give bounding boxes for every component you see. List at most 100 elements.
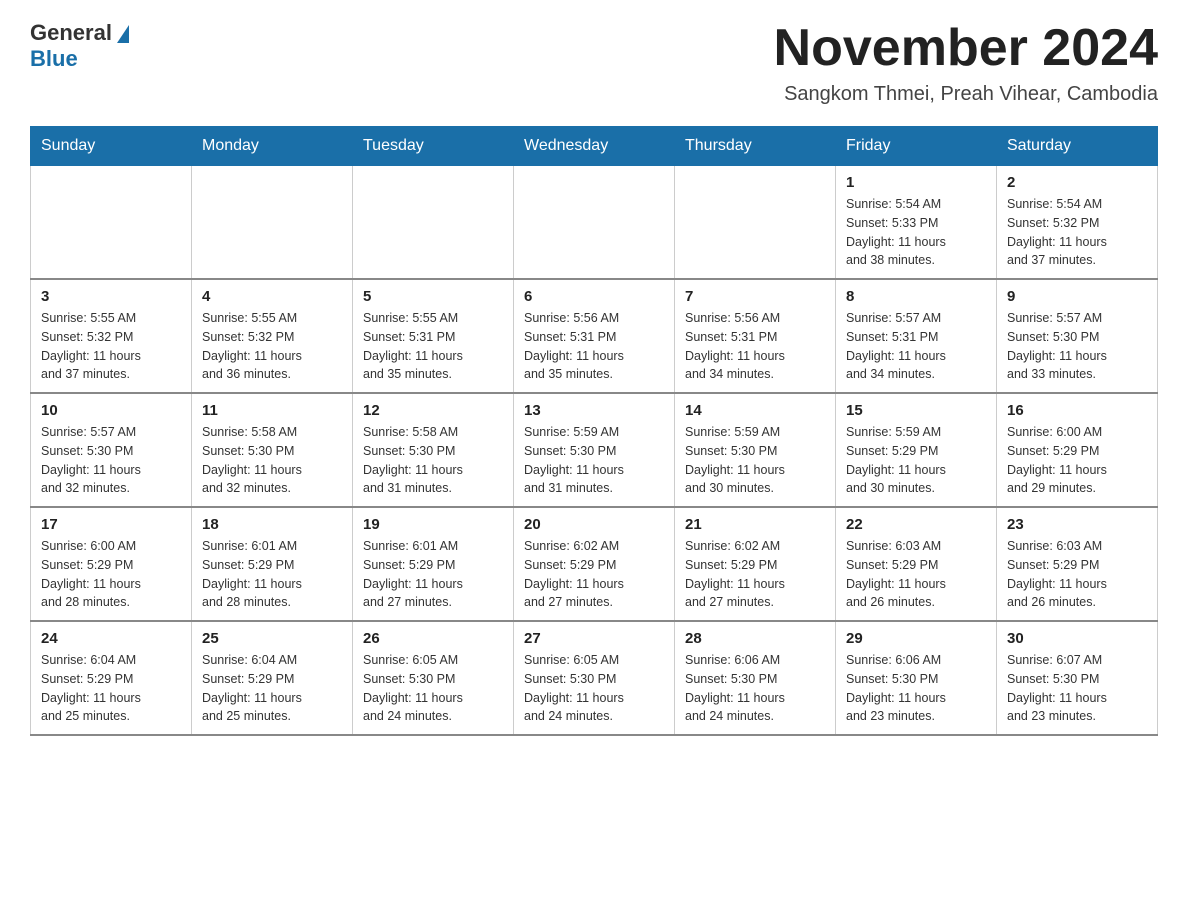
day-info: Sunrise: 6:02 AM Sunset: 5:29 PM Dayligh… xyxy=(685,537,825,612)
calendar-day-cell: 19 Sunrise: 6:01 AM Sunset: 5:29 PM Dayli… xyxy=(353,507,514,621)
calendar-day-cell: 27Sunrise: 6:05 AM Sunset: 5:30 PM Dayli… xyxy=(514,621,675,735)
day-number: 19 xyxy=(363,516,503,533)
calendar-day-cell: 17Sunrise: 6:00 AM Sunset: 5:29 PM Dayli… xyxy=(31,507,192,621)
calendar-day-cell: 10 Sunrise: 5:57 AM Sunset: 5:30 PM Dayli… xyxy=(31,393,192,507)
weekday-header-saturday: Saturday xyxy=(997,127,1158,166)
weekday-header-thursday: Thursday xyxy=(675,127,836,166)
day-number: 21 xyxy=(685,516,825,533)
calendar-day-cell: 5 Sunrise: 5:55 AM Sunset: 5:31 PM Daylig… xyxy=(353,279,514,393)
day-number: 7 xyxy=(685,288,825,305)
day-number: 9 xyxy=(1007,288,1147,305)
day-info: Sunrise: 5:59 AM Sunset: 5:30 PM Dayligh… xyxy=(685,423,825,498)
calendar-day-cell xyxy=(514,166,675,280)
calendar-day-cell: 14 Sunrise: 5:59 AM Sunset: 5:30 PM Dayli… xyxy=(675,393,836,507)
day-info: Sunrise: 6:05 AM Sunset: 5:30 PM Dayligh… xyxy=(363,651,503,726)
calendar-day-cell xyxy=(353,166,514,280)
calendar-day-cell: 15 Sunrise: 5:59 AM Sunset: 5:29 PM Dayli… xyxy=(836,393,997,507)
calendar-day-cell: 21 Sunrise: 6:02 AM Sunset: 5:29 PM Dayli… xyxy=(675,507,836,621)
logo: General Blue xyxy=(30,20,129,72)
day-number: 30 xyxy=(1007,630,1147,647)
day-number: 12 xyxy=(363,402,503,419)
weekday-header-tuesday: Tuesday xyxy=(353,127,514,166)
day-info: Sunrise: 5:55 AM Sunset: 5:31 PM Dayligh… xyxy=(363,309,503,384)
day-number: 23 xyxy=(1007,516,1147,533)
calendar-day-cell: 2Sunrise: 5:54 AM Sunset: 5:32 PM Daylig… xyxy=(997,166,1158,280)
calendar-day-cell: 3Sunrise: 5:55 AM Sunset: 5:32 PM Daylig… xyxy=(31,279,192,393)
calendar-day-cell xyxy=(192,166,353,280)
calendar-day-cell: 24 Sunrise: 6:04 AM Sunset: 5:29 PM Dayli… xyxy=(31,621,192,735)
logo-blue-text: Blue xyxy=(30,46,78,72)
day-number: 17 xyxy=(41,516,181,533)
calendar-week-row: 24 Sunrise: 6:04 AM Sunset: 5:29 PM Dayli… xyxy=(31,621,1158,735)
calendar-day-cell: 30 Sunrise: 6:07 AM Sunset: 5:30 PM Dayli… xyxy=(997,621,1158,735)
day-number: 28 xyxy=(685,630,825,647)
calendar-day-cell: 7 Sunrise: 5:56 AM Sunset: 5:31 PM Daylig… xyxy=(675,279,836,393)
weekday-header-monday: Monday xyxy=(192,127,353,166)
day-info: Sunrise: 6:07 AM Sunset: 5:30 PM Dayligh… xyxy=(1007,651,1147,726)
calendar-day-cell: 16 Sunrise: 6:00 AM Sunset: 5:29 PM Dayli… xyxy=(997,393,1158,507)
calendar-day-cell xyxy=(675,166,836,280)
day-number: 4 xyxy=(202,288,342,305)
calendar-day-cell: 11Sunrise: 5:58 AM Sunset: 5:30 PM Dayli… xyxy=(192,393,353,507)
day-number: 16 xyxy=(1007,402,1147,419)
day-number: 13 xyxy=(524,402,664,419)
day-info: Sunrise: 5:57 AM Sunset: 5:30 PM Dayligh… xyxy=(41,423,181,498)
day-info: Sunrise: 5:54 AM Sunset: 5:32 PM Dayligh… xyxy=(1007,195,1147,270)
day-number: 24 xyxy=(41,630,181,647)
calendar-week-row: 17Sunrise: 6:00 AM Sunset: 5:29 PM Dayli… xyxy=(31,507,1158,621)
day-info: Sunrise: 6:04 AM Sunset: 5:29 PM Dayligh… xyxy=(202,651,342,726)
day-number: 8 xyxy=(846,288,986,305)
weekday-header-friday: Friday xyxy=(836,127,997,166)
header: General Blue November 2024 Sangkom Thmei… xyxy=(30,20,1158,106)
day-number: 26 xyxy=(363,630,503,647)
calendar-day-cell: 29Sunrise: 6:06 AM Sunset: 5:30 PM Dayli… xyxy=(836,621,997,735)
day-info: Sunrise: 6:01 AM Sunset: 5:29 PM Dayligh… xyxy=(363,537,503,612)
day-info: Sunrise: 5:56 AM Sunset: 5:31 PM Dayligh… xyxy=(685,309,825,384)
weekday-header-sunday: Sunday xyxy=(31,127,192,166)
day-info: Sunrise: 5:57 AM Sunset: 5:31 PM Dayligh… xyxy=(846,309,986,384)
day-info: Sunrise: 5:59 AM Sunset: 5:29 PM Dayligh… xyxy=(846,423,986,498)
weekday-header-row: SundayMondayTuesdayWednesdayThursdayFrid… xyxy=(31,127,1158,166)
calendar-day-cell: 28Sunrise: 6:06 AM Sunset: 5:30 PM Dayli… xyxy=(675,621,836,735)
calendar-day-cell xyxy=(31,166,192,280)
day-info: Sunrise: 6:01 AM Sunset: 5:29 PM Dayligh… xyxy=(202,537,342,612)
day-info: Sunrise: 5:54 AM Sunset: 5:33 PM Dayligh… xyxy=(846,195,986,270)
month-title: November 2024 xyxy=(774,20,1158,77)
day-info: Sunrise: 6:05 AM Sunset: 5:30 PM Dayligh… xyxy=(524,651,664,726)
calendar-week-row: 10 Sunrise: 5:57 AM Sunset: 5:30 PM Dayli… xyxy=(31,393,1158,507)
weekday-header-wednesday: Wednesday xyxy=(514,127,675,166)
day-info: Sunrise: 5:56 AM Sunset: 5:31 PM Dayligh… xyxy=(524,309,664,384)
day-info: Sunrise: 5:59 AM Sunset: 5:30 PM Dayligh… xyxy=(524,423,664,498)
calendar-day-cell: 1 Sunrise: 5:54 AM Sunset: 5:33 PM Daylig… xyxy=(836,166,997,280)
logo-general-text: General xyxy=(30,20,112,46)
day-info: Sunrise: 6:03 AM Sunset: 5:29 PM Dayligh… xyxy=(846,537,986,612)
day-number: 18 xyxy=(202,516,342,533)
calendar-day-cell: 4Sunrise: 5:55 AM Sunset: 5:32 PM Daylig… xyxy=(192,279,353,393)
day-info: Sunrise: 5:57 AM Sunset: 5:30 PM Dayligh… xyxy=(1007,309,1147,384)
day-number: 15 xyxy=(846,402,986,419)
day-number: 6 xyxy=(524,288,664,305)
day-info: Sunrise: 6:03 AM Sunset: 5:29 PM Dayligh… xyxy=(1007,537,1147,612)
logo-triangle-icon xyxy=(117,25,129,43)
day-number: 22 xyxy=(846,516,986,533)
calendar-day-cell: 18 Sunrise: 6:01 AM Sunset: 5:29 PM Dayli… xyxy=(192,507,353,621)
day-number: 14 xyxy=(685,402,825,419)
day-info: Sunrise: 6:04 AM Sunset: 5:29 PM Dayligh… xyxy=(41,651,181,726)
day-info: Sunrise: 5:58 AM Sunset: 5:30 PM Dayligh… xyxy=(202,423,342,498)
calendar-day-cell: 12 Sunrise: 5:58 AM Sunset: 5:30 PM Dayli… xyxy=(353,393,514,507)
day-number: 20 xyxy=(524,516,664,533)
day-number: 10 xyxy=(41,402,181,419)
calendar-week-row: 3Sunrise: 5:55 AM Sunset: 5:32 PM Daylig… xyxy=(31,279,1158,393)
calendar-day-cell: 8 Sunrise: 5:57 AM Sunset: 5:31 PM Daylig… xyxy=(836,279,997,393)
day-info: Sunrise: 6:00 AM Sunset: 5:29 PM Dayligh… xyxy=(1007,423,1147,498)
calendar-day-cell: 25Sunrise: 6:04 AM Sunset: 5:29 PM Dayli… xyxy=(192,621,353,735)
day-info: Sunrise: 5:55 AM Sunset: 5:32 PM Dayligh… xyxy=(41,309,181,384)
day-number: 5 xyxy=(363,288,503,305)
calendar-table: SundayMondayTuesdayWednesdayThursdayFrid… xyxy=(30,126,1158,736)
calendar-day-cell: 20Sunrise: 6:02 AM Sunset: 5:29 PM Dayli… xyxy=(514,507,675,621)
day-number: 29 xyxy=(846,630,986,647)
calendar-day-cell: 9 Sunrise: 5:57 AM Sunset: 5:30 PM Daylig… xyxy=(997,279,1158,393)
day-info: Sunrise: 5:58 AM Sunset: 5:30 PM Dayligh… xyxy=(363,423,503,498)
calendar-day-cell: 22 Sunrise: 6:03 AM Sunset: 5:29 PM Dayli… xyxy=(836,507,997,621)
day-number: 1 xyxy=(846,174,986,191)
